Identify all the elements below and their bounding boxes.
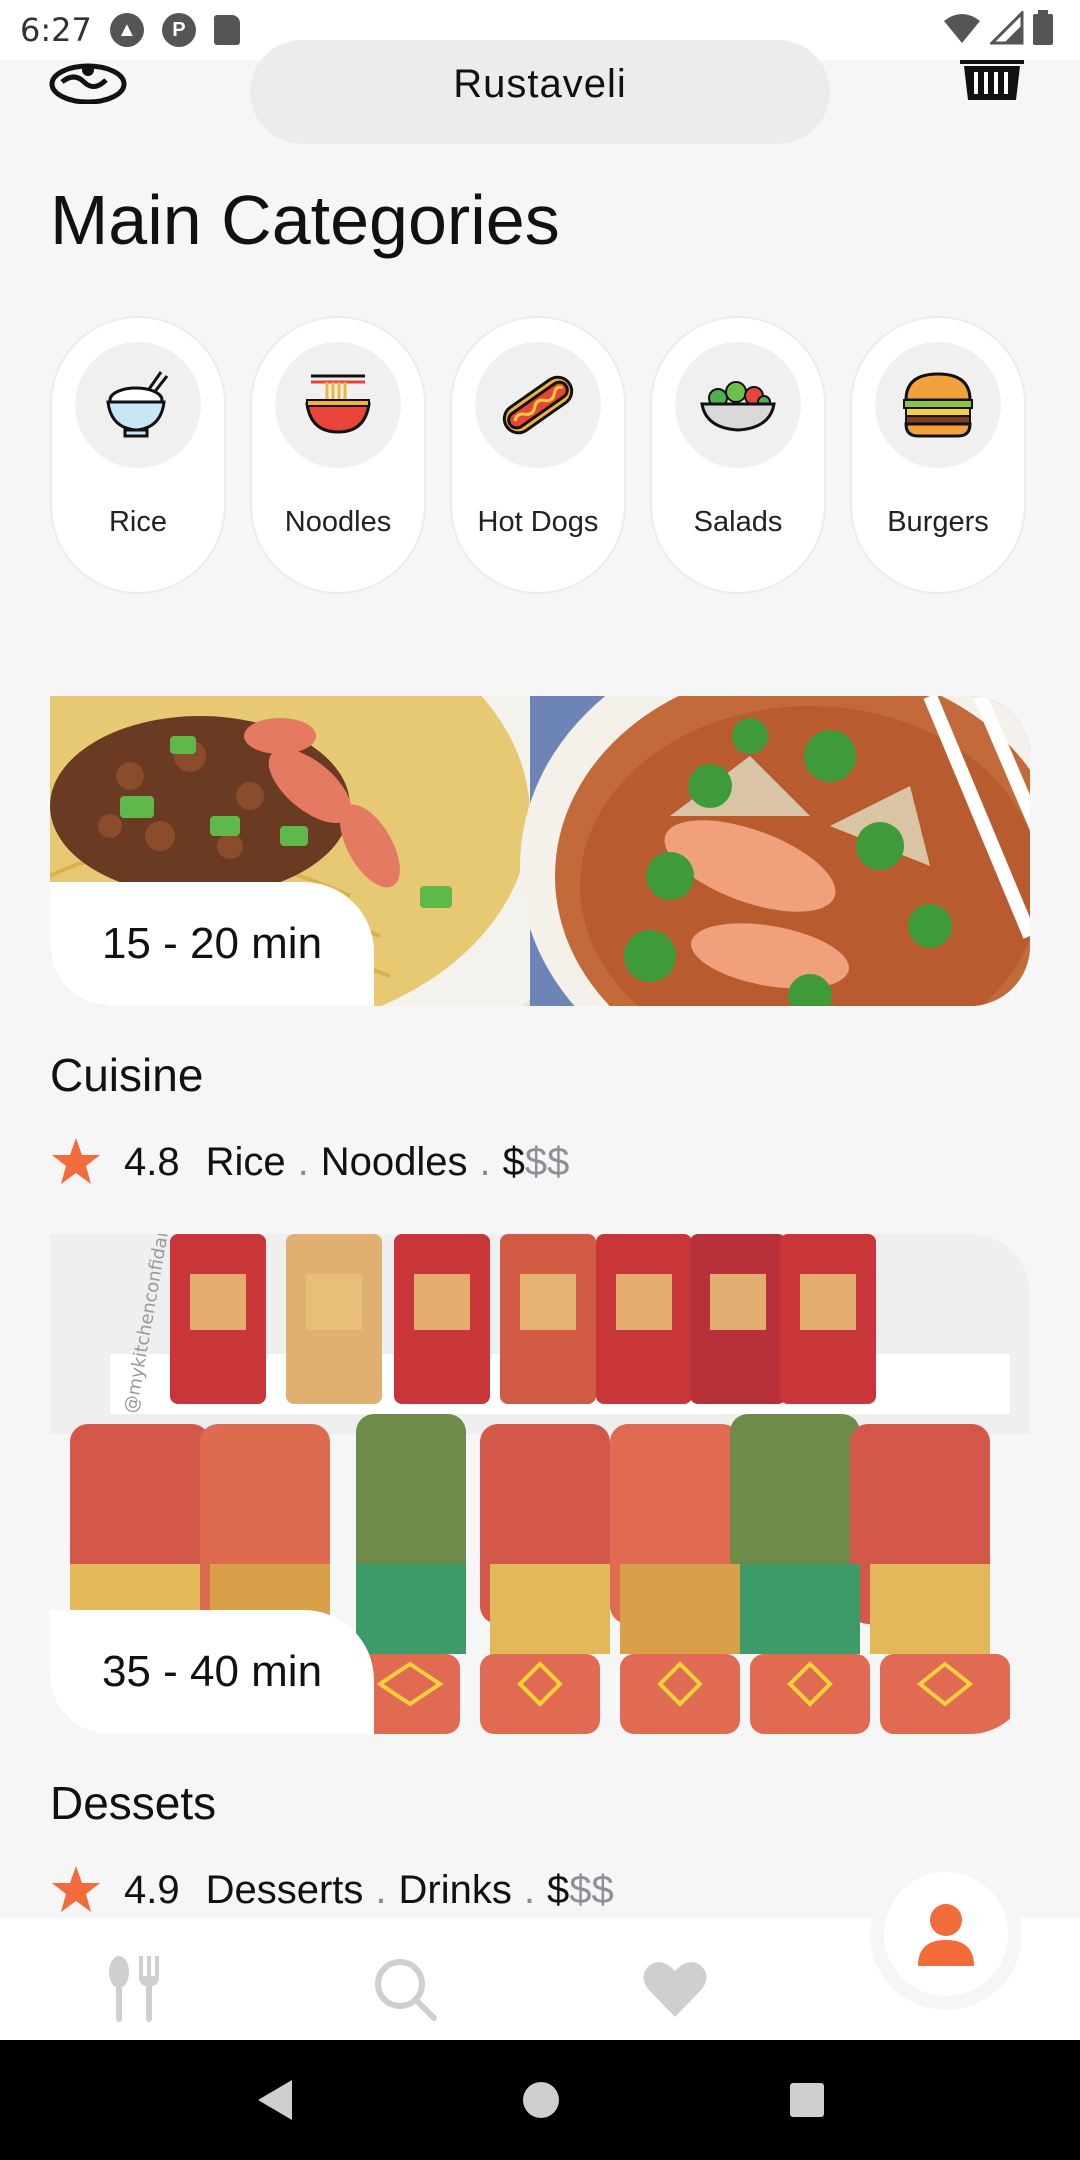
nav-favorites[interactable] — [640, 1954, 710, 2024]
profile-icon — [918, 1904, 974, 1966]
tag: Rice — [205, 1139, 286, 1184]
star-icon — [52, 1138, 100, 1184]
rice-bowl-icon — [75, 342, 201, 468]
tag: Drinks — [398, 1867, 512, 1912]
separator-dot: . — [297, 1139, 309, 1184]
category-label: Burgers — [887, 506, 989, 538]
tag: Desserts — [205, 1867, 364, 1912]
rating-value: 4.9 — [124, 1867, 180, 1912]
notification-a-icon: ▲ — [109, 13, 144, 47]
signal-icon — [990, 11, 1024, 45]
tag: Noodles — [320, 1139, 468, 1184]
nav-restaurants[interactable] — [100, 1954, 170, 2024]
heart-icon — [643, 1962, 707, 2017]
restaurant-name[interactable]: Cuisine — [50, 1048, 1030, 1102]
restaurant-image[interactable]: @mykitchenconfidant 35 - 40 min — [50, 1234, 1030, 1734]
price-light: $$ — [569, 1867, 614, 1912]
separator-dot: . — [523, 1867, 536, 1912]
back-icon[interactable] — [254, 2078, 294, 2122]
restaurant-card[interactable]: @mykitchenconfidant 35 - 40 min Dessets … — [50, 1234, 1030, 1916]
category-label: Salads — [693, 506, 783, 538]
basket-icon[interactable] — [958, 58, 1026, 102]
separator-dot: . — [375, 1867, 387, 1912]
fork-knife-icon — [109, 1956, 159, 2022]
search-icon — [375, 1959, 437, 2021]
sd-card-icon — [213, 15, 240, 45]
header: Rustaveli — [0, 40, 1080, 144]
burger-icon — [875, 342, 1001, 468]
category-label: Noodles — [284, 506, 392, 538]
location-selector[interactable]: Rustaveli — [250, 40, 830, 144]
noodles-icon — [275, 342, 401, 468]
wifi-icon — [944, 14, 980, 43]
category-label: Rice — [108, 506, 167, 538]
price-strong: $ — [547, 1867, 570, 1912]
section-title: Main Categories — [50, 181, 560, 259]
star-icon — [52, 1866, 100, 1912]
category-label: Hot Dogs — [477, 506, 599, 538]
separator-dot: . — [479, 1139, 491, 1184]
restaurant-card[interactable]: 15 - 20 min Cuisine 4.8 Rice . Noodles .… — [50, 696, 1030, 1188]
hot-dog-icon — [475, 342, 601, 468]
salad-icon — [675, 342, 801, 468]
status-time: 6:27 — [20, 11, 92, 49]
battery-icon — [1033, 10, 1053, 45]
recents-icon[interactable] — [788, 2081, 826, 2119]
category-rice[interactable]: Rice — [50, 316, 226, 594]
nav-search[interactable] — [370, 1954, 440, 2024]
system-navigation-bar — [0, 2040, 1080, 2160]
category-noodles[interactable]: Noodles — [250, 316, 426, 594]
restaurant-image[interactable]: 15 - 20 min — [50, 696, 1030, 1006]
home-icon[interactable] — [521, 2080, 561, 2120]
delivery-time-badge: 15 - 20 min — [50, 882, 374, 1006]
category-burgers[interactable]: Burgers — [850, 316, 1026, 594]
price-strong: $ — [502, 1139, 525, 1184]
category-salads[interactable]: Salads — [650, 316, 826, 594]
location-label: Rustaveli — [453, 62, 627, 106]
profile-button[interactable] — [884, 1872, 1008, 1996]
delivery-time-badge: 35 - 40 min — [50, 1610, 374, 1734]
restaurant-name[interactable]: Dessets — [50, 1776, 1030, 1830]
price-light: $$ — [524, 1139, 570, 1184]
category-hot-dogs[interactable]: Hot Dogs — [450, 316, 626, 594]
brand-logo-icon[interactable] — [48, 60, 128, 104]
notification-p-icon: P — [161, 13, 196, 47]
restaurant-meta: 4.8 Rice . Noodles . $ $$ — [50, 1136, 1030, 1188]
profile-fab-container — [870, 1858, 1022, 2010]
category-list: Rice Noodles Hot Dogs Salads Burgers — [50, 316, 1026, 594]
rating-value: 4.8 — [124, 1139, 180, 1184]
